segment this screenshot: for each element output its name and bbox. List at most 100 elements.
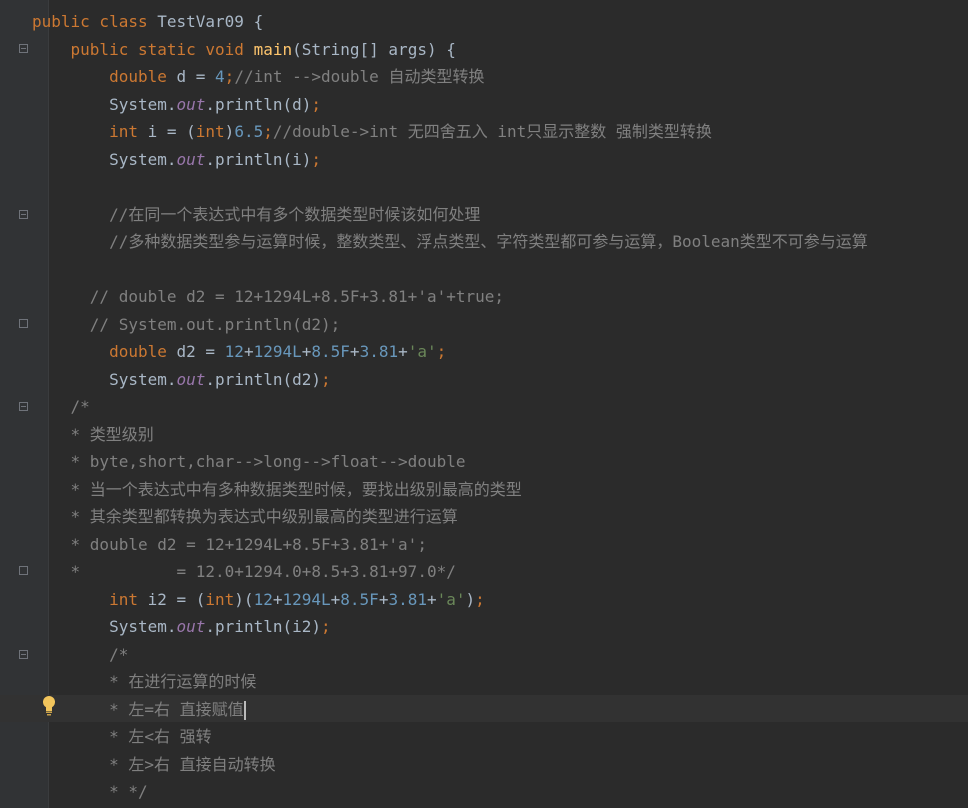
code-token: d =: [176, 67, 216, 86]
code-token: +: [378, 589, 389, 609]
fold-toggle-icon[interactable]: [19, 566, 28, 575]
code-line[interactable]: int i2 = (int)(12+1294L+8.5F+3.81+'a');: [32, 586, 485, 613]
code-token: int: [109, 589, 148, 609]
code-token: // System.out.println(d2);: [89, 314, 341, 334]
code-token: * 左=右 直接赋值: [109, 699, 244, 719]
code-token: public static void: [70, 39, 254, 59]
code-line[interactable]: public class TestVar09 {: [32, 8, 263, 35]
code-token: ;: [224, 67, 235, 86]
code-token: /*: [109, 644, 129, 664]
code-line[interactable]: System.out.println(i2);: [32, 613, 331, 640]
code-token: (String[] args) {: [292, 39, 456, 59]
code-token: * 类型级别: [70, 424, 154, 444]
code-token: //int -->double 自动类型转换: [234, 67, 485, 86]
code-token: ;: [263, 122, 273, 141]
code-line[interactable]: //在同一个表达式中有多个数据类型时候该如何处理: [32, 201, 480, 228]
code-token: //double->int 无四舍五入 int只显示整数 强制类型转换: [272, 122, 712, 141]
code-line[interactable]: System.out.println(d2);: [32, 366, 331, 393]
code-token: // double d2 = 12+1294L+8.5F+3.81+'a'+tr…: [89, 287, 505, 306]
code-token: i = (: [147, 122, 196, 141]
code-token: +: [398, 342, 408, 361]
code-line[interactable]: /*: [32, 641, 128, 668]
fold-toggle-icon[interactable]: [19, 650, 28, 659]
code-line[interactable]: double d = 4;//int -->double 自动类型转换: [32, 63, 484, 90]
code-token: * */: [109, 782, 148, 801]
code-line[interactable]: int i = (int)6.5;//double->int 无四舍五入 int…: [32, 118, 712, 145]
code-token: * 在进行运算的时候: [109, 672, 257, 691]
code-line[interactable]: public static void main(String[] args) {: [32, 36, 456, 63]
code-line[interactable]: * 其余类型都转换为表达式中级别最高的类型进行运算: [32, 503, 458, 530]
code-line[interactable]: * 当一个表达式中有多种数据类型时候，要找出级别最高的类型: [32, 476, 522, 503]
code-token: public class: [32, 12, 158, 31]
code-line[interactable]: System.out.println(i);: [32, 146, 321, 173]
code-line[interactable]: * */: [32, 778, 148, 805]
code-line[interactable]: // System.out.println(d2);: [32, 311, 340, 338]
code-token: * 当一个表达式中有多种数据类型时候，要找出级别最高的类型: [70, 479, 522, 499]
code-token: System.: [32, 149, 177, 169]
code-token: ): [465, 589, 476, 609]
text-cursor: [243, 700, 246, 720]
code-token: //多种数据类型参与运算时候，整数类型、浮点类型、字符类型都可参与运算，Bool…: [109, 232, 868, 251]
code-token: int: [195, 122, 225, 141]
code-token: out: [176, 149, 206, 169]
code-line[interactable]: //多种数据类型参与运算时候，整数类型、浮点类型、字符类型都可参与运算，Bool…: [32, 228, 868, 255]
code-token: System.: [32, 369, 177, 389]
code-token: 6.5: [234, 122, 264, 141]
code-token: +: [426, 589, 437, 609]
code-token: 12: [224, 342, 244, 361]
code-line[interactable]: /*: [32, 393, 90, 420]
code-token: .println(i2): [205, 617, 321, 636]
code-token: out: [176, 94, 206, 114]
code-line[interactable]: * 左<右 强转: [32, 723, 212, 750]
code-line[interactable]: * 类型级别: [32, 421, 154, 448]
code-line[interactable]: // double d2 = 12+1294L+8.5F+3.81+'a'+tr…: [32, 283, 504, 310]
fold-toggle-icon[interactable]: [19, 210, 28, 219]
code-token: 1294L: [253, 342, 302, 361]
code-line[interactable]: * = 12.0+1294.0+8.5+3.81+97.0*/: [32, 558, 456, 585]
code-token: * byte,short,char-->long-->float-->doubl…: [70, 452, 466, 471]
code-line[interactable]: * byte,short,char-->long-->float-->doubl…: [32, 448, 466, 475]
code-token: 'a': [436, 589, 466, 609]
fold-toggle-icon[interactable]: [19, 402, 28, 411]
code-token: int: [205, 589, 235, 609]
code-token: main: [253, 39, 293, 59]
code-token: System.: [32, 617, 177, 636]
code-line[interactable]: * double d2 = 12+1294L+8.5F+3.81+'a';: [32, 531, 427, 558]
code-line[interactable]: * 左=右 直接赋值: [32, 696, 246, 723]
code-token: * 左>右 直接自动转换: [109, 754, 276, 774]
code-token: 8.5F: [340, 589, 379, 609]
code-token: * double d2 = 12+1294L+8.5F+3.81+'a';: [70, 534, 427, 554]
code-token: ;: [321, 617, 331, 636]
fold-toggle-icon[interactable]: [19, 44, 28, 53]
code-token: ;: [475, 589, 485, 609]
fold-toggle-icon[interactable]: [19, 319, 28, 328]
code-token: 1294L: [282, 589, 331, 609]
code-token: * = 12.0+1294.0+8.5+3.81+97.0*/: [70, 562, 456, 581]
code-token: .println(d): [205, 94, 312, 114]
code-token: int: [109, 122, 148, 141]
code-token: 8.5F: [311, 342, 350, 361]
code-line[interactable]: System.out.println(d);: [32, 91, 321, 118]
code-token: double: [109, 342, 177, 361]
code-token: +: [243, 342, 254, 361]
code-line[interactable]: double d2 = 12+1294L+8.5F+3.81+'a';: [32, 338, 446, 365]
code-token: +: [330, 589, 341, 609]
code-token: ;: [321, 369, 331, 389]
code-line[interactable]: * 左>右 直接自动转换: [32, 751, 276, 778]
code-token: )(: [234, 589, 254, 609]
code-line[interactable]: * 在进行运算的时候: [32, 668, 256, 695]
code-token: out: [176, 369, 206, 389]
